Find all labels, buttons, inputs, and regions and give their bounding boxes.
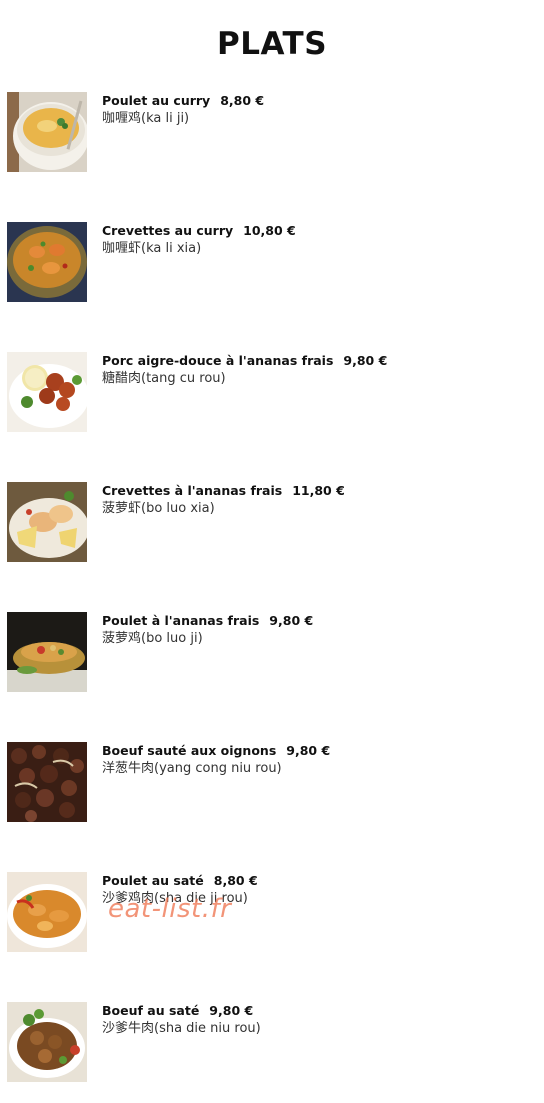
dish-item-crevettes-ananas[interactable]: Crevettes à l'ananas frais 11,80 € 菠萝虾(bo…	[7, 482, 527, 564]
dish-info: Poulet à l'ananas frais 9,80 € 菠萝鸡(bo luo…	[102, 612, 313, 648]
dish-chinese-name: 糖醋肉(tang cu rou)	[102, 371, 226, 386]
dish-info: Poulet au curry 8,80 € 咖喱鸡(ka li ji)	[102, 92, 264, 128]
dish-photo[interactable]	[7, 612, 87, 692]
dish-price: 10,80 €	[243, 223, 296, 238]
dish-price: 9,80 €	[209, 1003, 254, 1018]
dish-photo[interactable]	[7, 742, 87, 822]
dish-item-porc-aigre-douce[interactable]: Porc aigre-douce à l'ananas frais 9,80 € …	[7, 352, 527, 434]
page-title: PLATS	[216, 26, 328, 62]
dish-name: Poulet au saté	[102, 873, 204, 888]
dish-item-boeuf-sate[interactable]: Boeuf au saté 9,80 € 沙爹牛肉(sha die niu rou…	[7, 1002, 527, 1084]
dish-chinese-name: 咖喱虾(ka li xia)	[102, 241, 202, 256]
dish-price: 9,80 €	[343, 353, 388, 368]
dish-chinese-name: 洋葱牛肉(yang cong niu rou)	[102, 761, 282, 776]
dish-photo[interactable]	[7, 222, 87, 302]
dish-info: Boeuf sauté aux oignons 9,80 € 洋葱牛肉(yang …	[102, 742, 330, 778]
dish-name: Porc aigre-douce à l'ananas frais	[102, 353, 334, 368]
watermark: eat-list.fr	[108, 894, 232, 924]
dish-name: Boeuf au saté	[102, 1003, 200, 1018]
dish-chinese-name: 沙爹牛肉(sha die niu rou)	[102, 1021, 261, 1036]
dish-photo[interactable]	[7, 1002, 87, 1082]
dish-info: Crevettes à l'ananas frais 11,80 € 菠萝虾(bo…	[102, 482, 345, 518]
dish-name: Crevettes à l'ananas frais	[102, 483, 283, 498]
dish-item-crevettes-au-curry[interactable]: Crevettes au curry 10,80 € 咖喱虾(ka li xia)	[7, 222, 527, 304]
dish-name: Poulet au curry	[102, 93, 211, 108]
dish-info: Boeuf au saté 9,80 € 沙爹牛肉(sha die niu rou…	[102, 1002, 261, 1038]
dish-photo[interactable]	[7, 352, 87, 432]
dish-info: Crevettes au curry 10,80 € 咖喱虾(ka li xia)	[102, 222, 296, 258]
dish-photo[interactable]	[7, 872, 87, 952]
dish-name: Poulet à l'ananas frais	[102, 613, 260, 628]
dish-chinese-name: 菠萝虾(bo luo xia)	[102, 501, 215, 516]
dish-name: Crevettes au curry	[102, 223, 234, 238]
dish-chinese-name: 菠萝鸡(bo luo ji)	[102, 631, 203, 646]
dish-chinese-name: 咖喱鸡(ka li ji)	[102, 111, 190, 126]
dish-price: 9,80 €	[269, 613, 314, 628]
dish-item-boeuf-oignons[interactable]: Boeuf sauté aux oignons 9,80 € 洋葱牛肉(yang …	[7, 742, 527, 824]
dish-item-poulet-ananas[interactable]: Poulet à l'ananas frais 9,80 € 菠萝鸡(bo luo…	[7, 612, 527, 694]
dish-item-poulet-au-curry[interactable]: Poulet au curry 8,80 € 咖喱鸡(ka li ji)	[7, 92, 527, 174]
dish-name: Boeuf sauté aux oignons	[102, 743, 277, 758]
dish-price: 9,80 €	[286, 743, 331, 758]
dish-photo[interactable]	[7, 482, 87, 562]
dish-photo[interactable]	[7, 92, 87, 172]
dish-item-poulet-sate[interactable]: Poulet au saté 8,80 € 沙爹鸡肉(sha die ji rou…	[7, 872, 527, 954]
dish-info: Porc aigre-douce à l'ananas frais 9,80 € …	[102, 352, 387, 388]
dish-price: 11,80 €	[292, 483, 345, 498]
dish-price: 8,80 €	[213, 873, 258, 888]
dish-price: 8,80 €	[220, 93, 265, 108]
